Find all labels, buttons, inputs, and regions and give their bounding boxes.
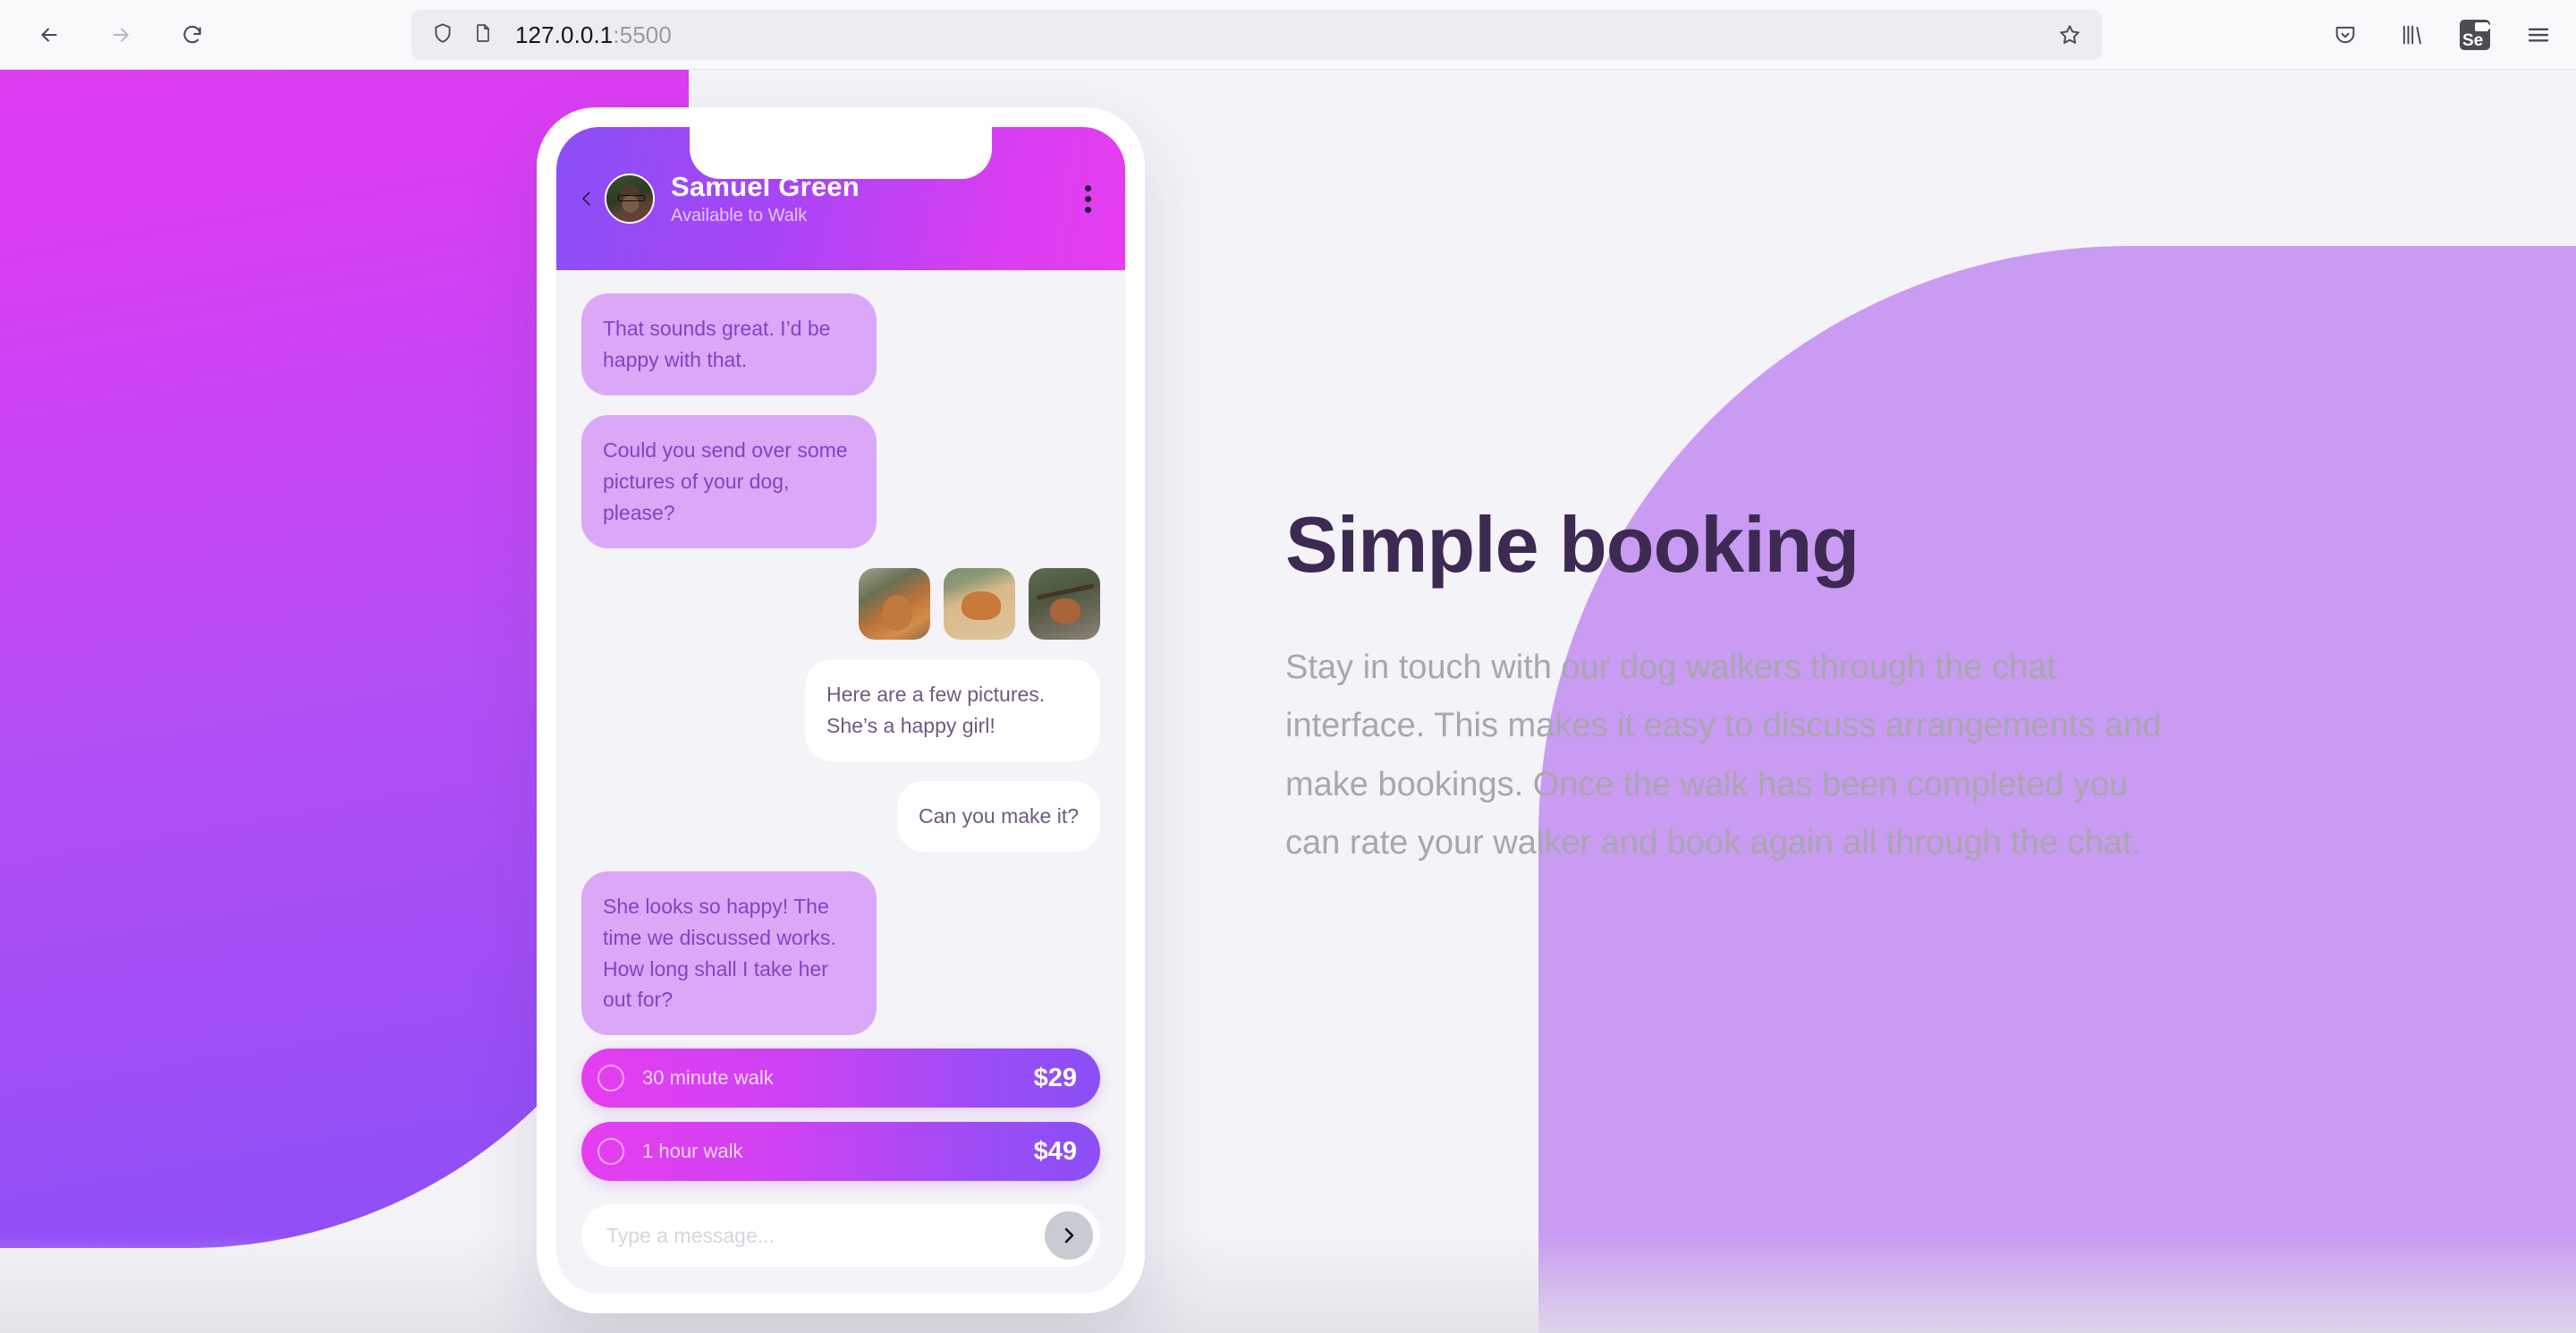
message-row: Could you send over some pictures of you… (581, 414, 1100, 548)
chat-contact-info: Samuel Green Available to Walk (671, 171, 860, 226)
kebab-dot (1085, 184, 1091, 191)
pocket-icon[interactable] (2327, 17, 2363, 53)
phone-mockup: Samuel Green Available to Walk That soun… (537, 107, 1145, 1313)
message-composer (581, 1204, 1100, 1267)
message-bubble-outgoing: Here are a few pictures. She’s a happy g… (805, 658, 1100, 761)
photo-thumbnail[interactable] (944, 567, 1015, 640)
walk-option-label: 30 minute walk (642, 1066, 774, 1089)
kebab-dot (1085, 195, 1091, 202)
phone-notch (690, 127, 992, 179)
page-bottom-gradient (0, 1235, 2576, 1333)
message-row: Can you make it? (581, 780, 1100, 852)
toolbar-right-icons: Se (2327, 10, 2556, 60)
message-bubble-incoming: That sounds great. I’d be happy with tha… (581, 293, 877, 395)
hamburger-icon[interactable] (2521, 17, 2556, 53)
extension-label: Se (2462, 31, 2484, 50)
browser-toolbar: 127.0.0.1:5500 Se (0, 0, 2576, 70)
url-text: 127.0.0.1:5500 (515, 21, 672, 49)
forward-button[interactable] (97, 11, 145, 59)
shield-icon[interactable] (431, 21, 454, 49)
message-bubble-incoming: Could you send over some pictures of you… (581, 414, 877, 548)
page-canvas: Simple booking Stay in touch with our do… (0, 70, 2576, 1333)
contact-status: Available to Walk (671, 206, 808, 225)
kebab-menu-icon[interactable] (1078, 178, 1098, 220)
photo-gallery (859, 567, 1100, 640)
message-row: Here are a few pictures. She’s a happy g… (581, 658, 1100, 761)
library-icon[interactable] (2394, 17, 2429, 53)
walk-option-price: $49 (1033, 1136, 1077, 1166)
photo-thumbnail[interactable] (1029, 567, 1100, 640)
avatar-glasses (618, 195, 645, 201)
message-list[interactable]: That sounds great. I’d be happy with tha… (556, 270, 1125, 1049)
address-bar[interactable]: 127.0.0.1:5500 (411, 10, 2102, 60)
page-icon[interactable] (472, 22, 494, 48)
photo-thumbnail[interactable] (859, 567, 930, 640)
walk-option-price: $29 (1033, 1063, 1077, 1092)
kebab-dot (1085, 206, 1091, 213)
page-title: Simple booking (1285, 500, 1860, 589)
url-port: :5500 (613, 21, 672, 48)
page-description: Stay in touch with our dog walkers throu… (1285, 649, 2162, 862)
radio-icon[interactable] (597, 1138, 624, 1165)
walk-option-label: 1 hour walk (642, 1140, 743, 1162)
message-bubble-incoming: She looks so happy! The time we discusse… (581, 870, 877, 1036)
camera-glyph (2475, 22, 2493, 31)
walk-options: 30 minute walk $29 1 hour walk $49 (556, 1049, 1125, 1181)
chevron-left-icon[interactable] (576, 188, 597, 209)
navigation-buttons (25, 11, 216, 59)
walk-option-1hour[interactable]: 1 hour walk $49 (581, 1122, 1100, 1181)
marketing-copy: Simple booking Stay in touch with our do… (1285, 499, 2189, 872)
selenium-extension-icon[interactable]: Se (2460, 20, 2493, 50)
message-input[interactable] (606, 1223, 1045, 1248)
reload-button[interactable] (168, 11, 216, 59)
message-row-gallery (581, 567, 1100, 640)
message-bubble-outgoing: Can you make it? (897, 780, 1100, 852)
radio-icon[interactable] (597, 1065, 624, 1091)
phone-screen: Samuel Green Available to Walk That soun… (556, 127, 1125, 1294)
message-row: She looks so happy! The time we discusse… (581, 870, 1100, 1036)
url-host: 127.0.0.1 (515, 21, 614, 48)
avatar[interactable] (605, 174, 655, 224)
star-icon[interactable] (2057, 22, 2082, 47)
walk-option-30min[interactable]: 30 minute walk $29 (581, 1049, 1100, 1108)
message-row: That sounds great. I’d be happy with tha… (581, 293, 1100, 395)
back-button[interactable] (25, 11, 73, 59)
chevron-right-icon (1064, 1227, 1074, 1244)
send-button[interactable] (1045, 1211, 1093, 1260)
address-bar-icons (431, 21, 494, 49)
